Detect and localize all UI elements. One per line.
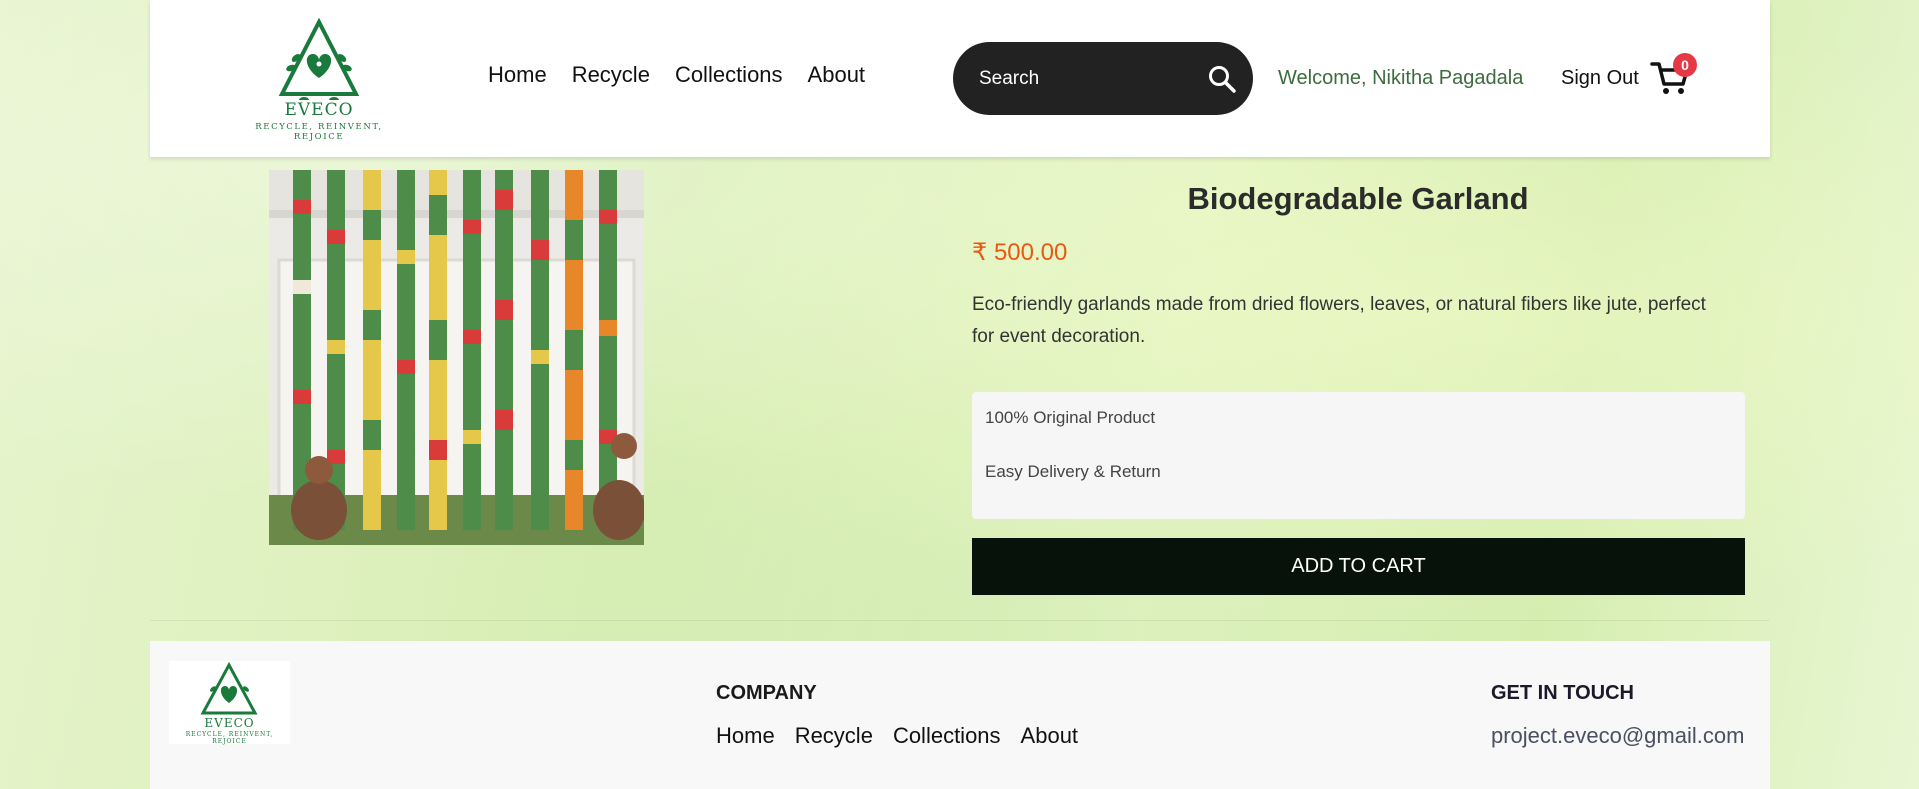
add-to-cart-button[interactable]: ADD TO CART [972, 538, 1745, 595]
search-icon[interactable] [1207, 64, 1237, 94]
sign-out-link[interactable]: Sign Out [1561, 67, 1639, 90]
product-title: Biodegradable Garland [1187, 181, 1529, 216]
main-nav: Home Recycle Collections About [488, 62, 865, 88]
contact-email[interactable]: project.eveco@gmail.com [1491, 723, 1744, 749]
search-bar [953, 42, 1253, 115]
search-input[interactable] [979, 67, 1189, 90]
divider [150, 620, 1770, 621]
footer-logo-tagline: RECYCLE, REINVENT, REJOICE [185, 731, 274, 745]
company-heading: COMPANY [716, 682, 817, 704]
logo-name: EVECO [284, 100, 354, 120]
footer-logo[interactable]: EVECO RECYCLE, REINVENT, REJOICE [169, 661, 290, 745]
nav-collections[interactable]: Collections [675, 62, 783, 88]
site-header: EVECO RECYCLE, REINVENT, REJOICE Home Re… [150, 0, 1770, 157]
logo[interactable]: EVECO RECYCLE, REINVENT, REJOICE [234, 18, 404, 142]
site-footer: EVECO RECYCLE, REINVENT, REJOICE COMPANY… [150, 641, 1770, 789]
footer-logo-name: EVECO [204, 716, 255, 730]
cart-count-badge: 0 [1673, 53, 1697, 77]
nav-about[interactable]: About [808, 62, 866, 88]
recycle-heart-logo-icon [200, 661, 258, 715]
product-image [269, 170, 644, 545]
logo-tagline: RECYCLE, REINVENT, REJOICE [255, 122, 383, 142]
contact-heading: GET IN TOUCH [1491, 682, 1634, 704]
product-features: 100% Original Product Easy Delivery & Re… [972, 392, 1745, 519]
footer-nav: Home Recycle Collections About [716, 723, 1078, 749]
product-description: Eco-friendly garlands made from dried fl… [972, 294, 1706, 347]
nav-home[interactable]: Home [488, 62, 547, 88]
footer-link-collections[interactable]: Collections [893, 723, 1001, 749]
footer-link-about[interactable]: About [1021, 723, 1079, 749]
footer-link-recycle[interactable]: Recycle [795, 723, 873, 749]
feature-original: 100% Original Product [985, 408, 1156, 427]
nav-recycle[interactable]: Recycle [572, 62, 650, 88]
welcome-message: Welcome, Nikitha Pagadala [1278, 67, 1524, 89]
product-price: ₹ 500.00 [972, 239, 1068, 266]
feature-delivery: Easy Delivery & Return [985, 462, 1161, 481]
footer-link-home[interactable]: Home [716, 723, 775, 749]
recycle-heart-logo-icon [278, 18, 360, 100]
